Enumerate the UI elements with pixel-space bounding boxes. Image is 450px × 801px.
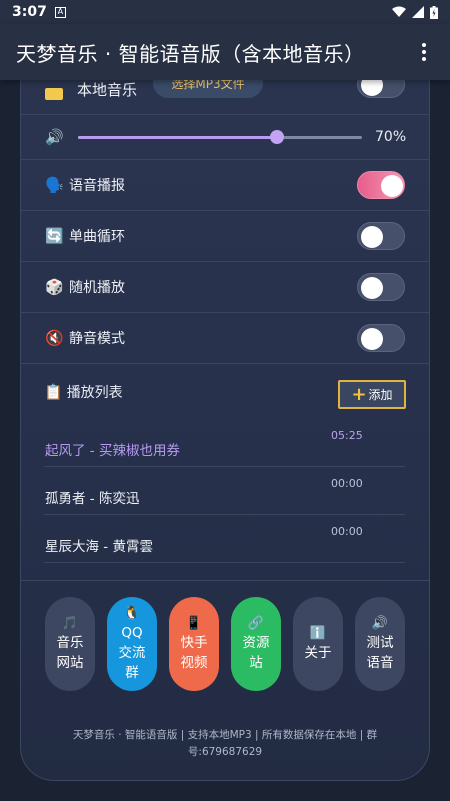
qq-group-label-3: 群 [125,664,139,681]
song-duration: 00:00 [331,525,363,538]
kuaishou-label-2: 视频 [180,654,208,671]
voice-broadcast-row: 🗣️ 语音播报 [21,160,429,211]
music-site-label-2: 网站 [56,654,84,671]
app-bar: 天梦音乐 · 智能语音版（含本地音乐） [0,24,450,80]
overflow-menu-icon[interactable] [414,43,434,61]
toggle-knob [361,328,383,350]
resource-label-1: 资源 [242,634,270,651]
volume-slider-thumb[interactable] [269,130,284,144]
song-duration: 05:25 [331,429,363,442]
resource-label-2: 站 [249,654,263,671]
status-icons [392,5,438,19]
local-music-label: 本地音乐 [77,81,138,99]
speaking-head-icon: 🗣️ [45,176,64,194]
mute-toggle[interactable] [357,324,405,352]
voice-broadcast-label: 语音播报 [69,178,125,194]
single-loop-row: 🔄 单曲循环 [21,211,429,262]
footer-text: 天梦音乐 · 智能语音版 | 支持本地MP3 | 所有数据保存在本地 | 群号:… [72,729,378,758]
playlist-title: 播放列表 [66,385,123,401]
status-time: 3:07 [12,4,47,20]
single-loop-label: 单曲循环 [69,229,125,245]
signal-icon [412,6,424,18]
resource-site-button[interactable]: 🔗 资源 站 [231,597,281,691]
add-song-label: 添加 [368,388,393,402]
plus-icon: + [351,383,367,405]
link-icon: 🔗 [247,615,265,631]
folder-icon [45,88,63,100]
add-song-button[interactable]: + 添加 [338,380,406,409]
song-name: 起风了 - 买辣椒也用券 [45,443,180,459]
song-name: 孤勇者 - 陈奕迅 [45,491,140,507]
app-title: 天梦音乐 · 智能语音版（含本地音乐） [16,41,365,66]
notification-a-icon: A [54,6,66,18]
toggle-knob [361,277,383,299]
shuffle-toggle[interactable] [357,273,405,301]
kuaishou-video-button[interactable]: 📱 快手 视频 [169,597,219,691]
phone-icon: 📱 [185,615,203,631]
music-site-label-1: 音乐 [56,634,84,651]
about-label: 关于 [304,644,332,661]
mute-icon: 🔇 [45,329,64,347]
speaker-icon: 🔊 [371,615,389,631]
volume-value: 70% [375,129,407,145]
music-note-icon: 🎵 [61,615,79,631]
dice-icon: 🎲 [45,278,64,296]
mute-row: 🔇 静音模式 [21,313,429,364]
song-duration: 00:00 [331,477,363,490]
qq-group-label-1: QQ [121,624,143,641]
test-voice-label-1: 测试 [366,634,394,651]
kuaishou-label-1: 快手 [180,634,208,651]
single-loop-toggle[interactable] [357,222,405,250]
test-voice-label-2: 语音 [366,654,394,671]
penguin-icon: 🐧 [123,605,141,621]
shuffle-row: 🎲 随机播放 [21,262,429,313]
section-divider [21,580,429,581]
mute-label: 静音模式 [69,331,125,347]
clipboard-icon: 📋 [44,383,63,401]
song-name: 星辰大海 - 黄霄雲 [45,539,153,555]
toggle-knob [361,226,383,248]
qq-group-button[interactable]: 🐧 QQ 交流 群 [107,597,157,691]
song-item[interactable]: 星辰大海 - 黄霄雲 00:00 [44,515,405,563]
about-button[interactable]: ℹ️ 关于 [293,597,343,691]
music-site-button[interactable]: 🎵 音乐 网站 [45,597,95,691]
song-item[interactable]: 起风了 - 买辣椒也用券 05:25 [44,419,405,467]
speaker-icon: 🔊 [45,128,64,146]
volume-slider-fill [78,136,277,139]
info-icon: ℹ️ [309,625,327,641]
qq-group-label-2: 交流 [118,644,146,661]
voice-broadcast-toggle[interactable] [357,171,405,199]
test-voice-button[interactable]: 🔊 测试 语音 [355,597,405,691]
status-bar: 3:07 A [0,0,450,24]
battery-icon [430,5,438,19]
toggle-knob [381,175,403,197]
wifi-icon [392,6,406,17]
repeat-icon: 🔄 [45,227,64,245]
shuffle-label: 随机播放 [69,280,125,296]
song-item[interactable]: 孤勇者 - 陈奕迅 00:00 [44,467,405,515]
volume-slider[interactable] [78,130,362,144]
